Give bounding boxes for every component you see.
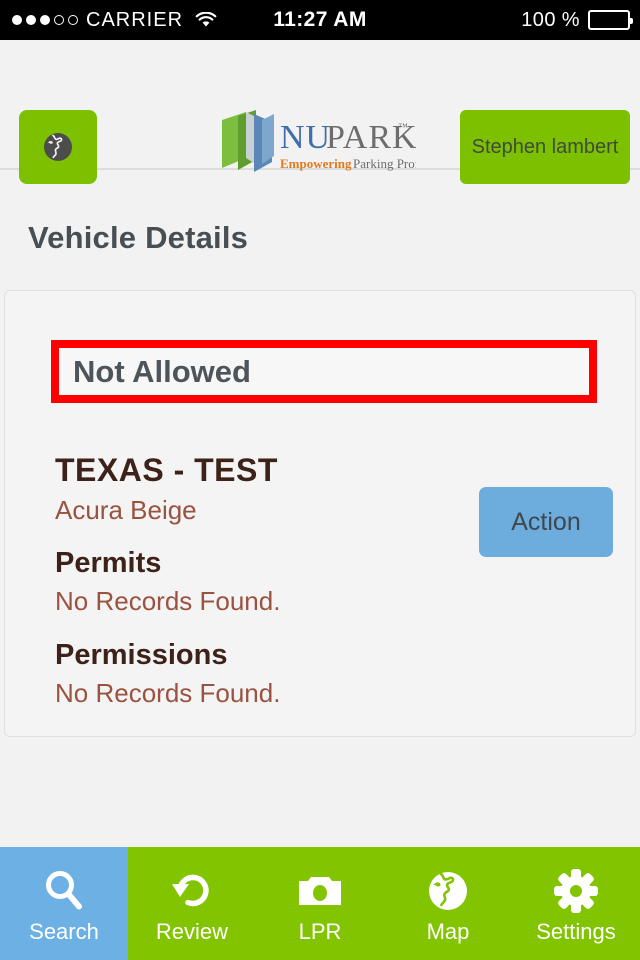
- vehicle-description: Acura Beige: [55, 495, 197, 526]
- status-bar: CARRIER 11:27 AM 100 %: [0, 0, 640, 40]
- permits-heading: Permits: [55, 546, 162, 579]
- tab-review-label: Review: [155, 918, 229, 944]
- globe-icon: [424, 865, 472, 917]
- tab-map[interactable]: Map: [384, 847, 512, 960]
- tab-search-label: Search: [29, 918, 99, 944]
- permissions-empty-message: No Records Found.: [55, 678, 281, 709]
- bottom-tab-bar: Search Review LPR Map Settings: [0, 847, 640, 960]
- tab-map-label: Map: [426, 918, 470, 944]
- search-icon: [40, 865, 88, 917]
- globe-icon: [41, 130, 75, 164]
- nupark-logo: NU PARK ™ Empowering Parking Professiona…: [216, 106, 466, 184]
- svg-text:NU: NU: [280, 119, 331, 156]
- globe-button[interactable]: [19, 110, 97, 184]
- svg-text:Empowering: Empowering: [280, 156, 352, 171]
- vehicle-details-card: Not Allowed TEXAS - TEST Acura Beige Per…: [4, 290, 636, 737]
- undo-arrow-icon: [168, 865, 216, 917]
- permits-empty-message: No Records Found.: [55, 586, 281, 617]
- tab-lpr[interactable]: LPR: [256, 847, 384, 960]
- tab-review[interactable]: Review: [128, 847, 256, 960]
- svg-text:Parking Professionals: Parking Professionals: [353, 156, 416, 171]
- tab-search[interactable]: Search: [0, 847, 128, 960]
- tab-lpr-label: LPR: [298, 918, 342, 944]
- user-account-button[interactable]: Stephen lambert: [460, 110, 630, 184]
- status-banner-label: Not Allowed: [73, 353, 251, 389]
- action-button[interactable]: Action: [479, 487, 613, 557]
- tab-settings[interactable]: Settings: [512, 847, 640, 960]
- battery-icon: [588, 10, 633, 30]
- permissions-heading: Permissions: [55, 639, 228, 672]
- clock: 11:27 AM: [273, 8, 367, 31]
- app-header: NU PARK ™ Empowering Parking Professiona…: [0, 40, 640, 184]
- vehicle-plate: TEXAS - TEST: [55, 452, 278, 488]
- vehicle-info: TEXAS - TEST Acura Beige Permits No Reco…: [55, 452, 475, 709]
- svg-text:™: ™: [398, 122, 408, 133]
- camera-icon: [296, 865, 344, 917]
- tab-settings-label: Settings: [536, 918, 616, 944]
- status-banner: Not Allowed: [51, 340, 597, 403]
- gear-icon: [552, 865, 600, 917]
